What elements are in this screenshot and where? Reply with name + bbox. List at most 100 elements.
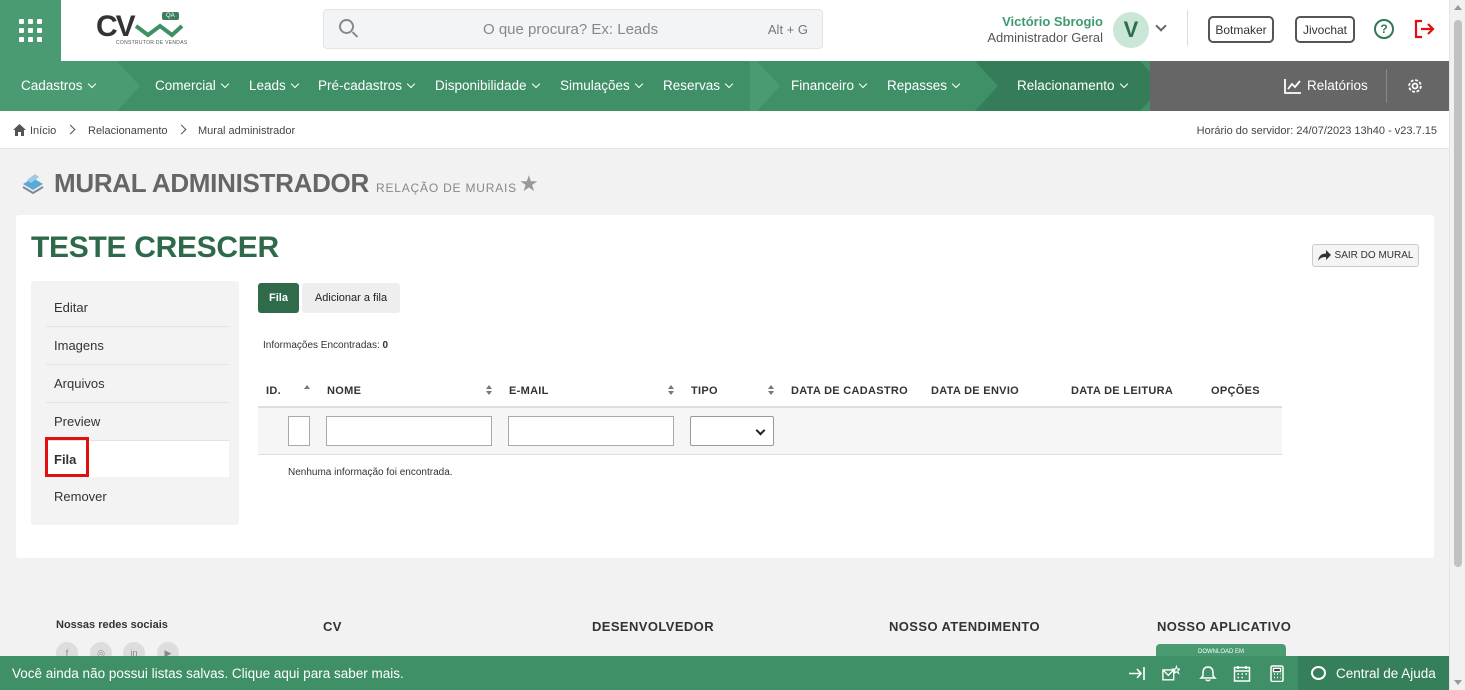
selection-highlight: [45, 437, 89, 477]
bell-icon[interactable]: [1199, 665, 1217, 682]
column-id[interactable]: ID.: [266, 385, 281, 397]
sort-icon[interactable]: [768, 385, 774, 395]
scroll-thumb[interactable]: [1454, 20, 1462, 567]
exit-mural-button[interactable]: SAIR DO MURAL: [1312, 244, 1419, 267]
nav-reservas[interactable]: Reservas: [663, 78, 732, 93]
breadcrumb: Início Relacionamento Mural administrado…: [0, 111, 1449, 149]
apps-grid-icon[interactable]: [0, 0, 61, 61]
bottom-bar: Você ainda não possui listas salvas. Cli…: [0, 656, 1449, 690]
breadcrumb-relacionamento[interactable]: Relacionamento: [88, 125, 168, 137]
nav-disponibilidade[interactable]: Disponibilidade: [435, 78, 539, 93]
column-email[interactable]: E-MAIL: [509, 385, 549, 397]
server-time: Horário do servidor: 24/07/2023 13h40 - …: [1196, 125, 1437, 137]
filter-id-input[interactable]: [288, 416, 310, 446]
chevron-right-icon: [65, 124, 76, 135]
chart-icon[interactable]: [1284, 78, 1302, 94]
social-title: Nossas redes sociais: [56, 619, 168, 631]
footer-heading-aplicativo: NOSSO APLICATIVO: [1157, 619, 1292, 634]
logo-mark: CV: [96, 10, 136, 43]
nav-leads[interactable]: Leads: [249, 78, 298, 93]
nav-comercial[interactable]: Comercial: [155, 78, 228, 93]
menu-item-preview[interactable]: Preview: [46, 403, 229, 441]
sort-asc-icon[interactable]: [304, 385, 310, 395]
search-shortcut: Alt + G: [767, 22, 808, 37]
results-count-value: 0: [382, 340, 389, 351]
user-name: Victório Sbrogio: [1002, 14, 1103, 29]
search-placeholder: O que procura? Ex: Leads: [483, 21, 659, 38]
mural-card: TESTE CRESCER SAIR DO MURAL Editar Image…: [16, 215, 1434, 558]
jivochat-button[interactable]: Jivochat: [1295, 16, 1355, 43]
mail-star-icon[interactable]: [1162, 665, 1180, 682]
logout-icon[interactable]: [1413, 19, 1435, 39]
nav-simulacoes[interactable]: Simulações: [560, 78, 642, 93]
filter-tipo-select[interactable]: [690, 416, 774, 446]
sort-icon[interactable]: [668, 385, 674, 395]
column-data-leitura: DATA DE LEITURA: [1071, 385, 1174, 397]
exit-mural-label: SAIR DO MURAL: [1334, 250, 1414, 261]
scroll-up-icon[interactable]: [1454, 5, 1462, 10]
filter-row: [258, 408, 1282, 455]
tab-adicionar-a-fila[interactable]: Adicionar a fila: [302, 283, 400, 313]
footer-heading-cv: CV: [323, 619, 342, 634]
empty-message: Nenhuma informação foi encontrada.: [288, 467, 453, 478]
breadcrumb-current: Mural administrador: [198, 125, 296, 137]
breadcrumb-home[interactable]: Início: [30, 125, 56, 137]
user-info[interactable]: Victório Sbrogio Administrador Geral: [987, 14, 1103, 45]
filter-email-input[interactable]: [508, 416, 674, 446]
mural-icon: [22, 174, 44, 194]
vertical-scrollbar[interactable]: [1449, 0, 1465, 690]
column-tipo[interactable]: TIPO: [691, 385, 718, 397]
filter-nome-input[interactable]: [326, 416, 492, 446]
nav-repasses[interactable]: Repasses: [887, 78, 959, 93]
sort-icon[interactable]: [486, 385, 492, 395]
nav-pre-cadastros[interactable]: Pré-cadastros: [318, 78, 414, 93]
top-header: CV QA CONSTRUTOR DE VENDAS O que procura…: [0, 0, 1449, 61]
home-icon[interactable]: [13, 124, 26, 136]
footer-heading-atendimento: NOSSO ATENDIMENTO: [889, 619, 1041, 634]
favorite-star-icon[interactable]: ★: [519, 173, 539, 195]
gear-icon[interactable]: [1406, 77, 1424, 95]
avatar[interactable]: V: [1113, 12, 1149, 48]
logo-subtitle: CONSTRUTOR DE VENDAS: [116, 40, 188, 46]
column-data-envio: DATA DE ENVIO: [931, 385, 1020, 397]
calculator-icon[interactable]: [1268, 665, 1286, 682]
menu-item-arquivos[interactable]: Arquivos: [46, 365, 229, 403]
footer-heading-desenvolvedor: DESENVOLVEDOR: [592, 619, 714, 634]
menu-item-editar[interactable]: Editar: [46, 289, 229, 327]
chat-bubble-icon: [1311, 666, 1326, 680]
help-center-button[interactable]: Central de Ajuda: [1298, 656, 1449, 690]
scroll-down-icon[interactable]: [1454, 680, 1462, 685]
logo[interactable]: CV QA CONSTRUTOR DE VENDAS: [94, 10, 190, 50]
collapse-arrow-icon[interactable]: [1128, 665, 1146, 682]
mural-name: TESTE CRESCER: [31, 231, 279, 264]
chevron-right-icon: [176, 124, 187, 135]
divider: [1386, 69, 1387, 103]
logo-badge: QA: [162, 12, 179, 20]
results-count: Informações Encontradas: 0: [263, 340, 388, 351]
botmaker-button[interactable]: Botmaker: [1208, 16, 1274, 43]
nav-financeiro[interactable]: Financeiro: [791, 78, 866, 93]
chevron-down-icon[interactable]: [1155, 20, 1167, 32]
help-center-label: Central de Ajuda: [1336, 666, 1436, 681]
mural-side-menu: Editar Imagens Arquivos Preview Fila Rem…: [31, 281, 239, 525]
search-icon: [339, 19, 354, 34]
nav-cadastros[interactable]: Cadastros: [21, 78, 95, 93]
user-role: Administrador Geral: [987, 30, 1103, 45]
table-header: ID. NOME E-MAIL TIPO DATA DE CADASTRO DA…: [258, 375, 1282, 408]
calendar-icon[interactable]: [1233, 665, 1251, 682]
nav-relatorios[interactable]: Relatórios: [1307, 78, 1368, 93]
logo-wave-icon: [134, 23, 184, 38]
help-icon[interactable]: ?: [1374, 19, 1394, 39]
menu-item-remover[interactable]: Remover: [46, 477, 229, 515]
divider: [1187, 10, 1188, 46]
nav-relacionamento[interactable]: Relacionamento: [1017, 78, 1127, 93]
page-subtitle: RELAÇÃO DE MURAIS: [376, 181, 517, 195]
tab-fila[interactable]: Fila: [258, 283, 299, 313]
column-nome[interactable]: NOME: [327, 385, 361, 397]
column-opcoes: OPÇÕES: [1211, 385, 1260, 397]
main-nav: Cadastros Comercial Leads Pré-cadastros …: [0, 61, 1449, 111]
menu-item-imagens[interactable]: Imagens: [46, 327, 229, 365]
saved-lists-message[interactable]: Você ainda não possui listas salvas. Cli…: [12, 666, 404, 681]
search-box[interactable]: O que procura? Ex: Leads Alt + G: [323, 9, 823, 49]
share-arrow-icon: [1317, 250, 1331, 261]
